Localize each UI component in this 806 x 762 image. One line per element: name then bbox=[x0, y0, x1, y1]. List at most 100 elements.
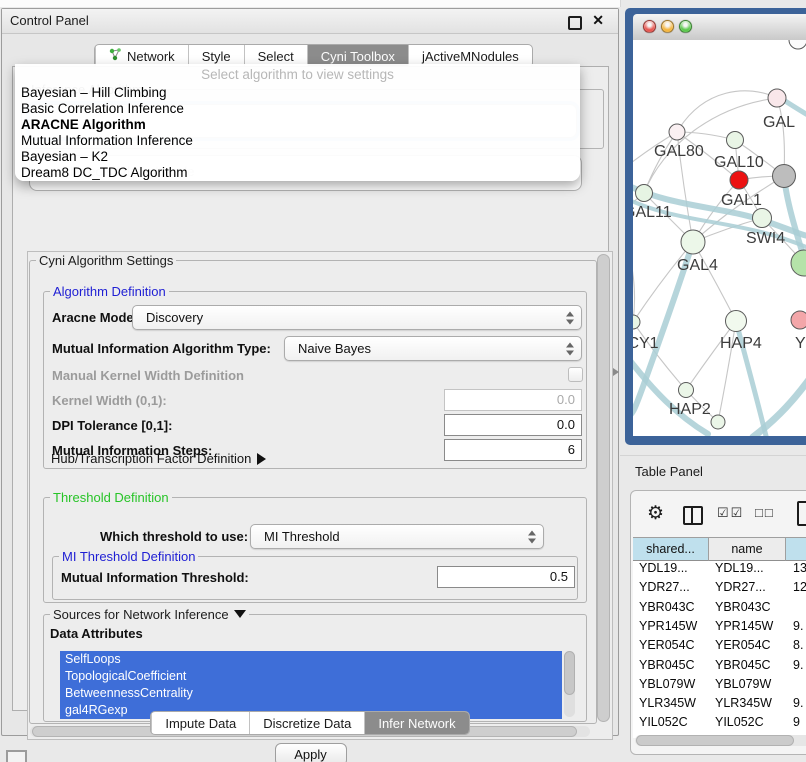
dropdown-item[interactable]: Basic Correlation Inference bbox=[19, 101, 576, 117]
network-graph[interactable]: GALGAL80GAL10GAL1GAL11SWI4GAL4GCY1HAP4YH… bbox=[633, 40, 806, 436]
zoom-traffic-light-icon[interactable] bbox=[679, 20, 692, 33]
dropdown-item[interactable]: Bayesian – Hill Climbing bbox=[19, 85, 576, 101]
network-edge[interactable] bbox=[693, 242, 736, 321]
column-header-A[interactable]: A bbox=[786, 538, 806, 561]
settings-vertical-scrollbar[interactable] bbox=[597, 254, 610, 722]
list-item[interactable]: SelfLoops bbox=[60, 651, 562, 668]
mi-type-value: Naive Bayes bbox=[298, 341, 371, 356]
node-hap4[interactable] bbox=[726, 311, 747, 332]
node-gal11[interactable] bbox=[636, 185, 653, 202]
node-table[interactable]: shared...nameA YDL19...YDL19...13YDR27..… bbox=[633, 537, 806, 738]
dropdown-item[interactable]: ARACNE Algorithm bbox=[19, 117, 576, 133]
dpi-tolerance-field[interactable]: 0.0 bbox=[444, 414, 582, 436]
network-edge-thick[interactable] bbox=[753, 374, 806, 436]
table-row[interactable]: YDL19...YDL19...13 bbox=[633, 561, 806, 580]
node-top[interactable] bbox=[789, 40, 806, 49]
scrollbar-thumb[interactable] bbox=[564, 651, 575, 695]
manual-kernel-label: Manual Kernel Width Definition bbox=[52, 368, 244, 383]
control-panel-titlebar: Control Panel ✕ bbox=[2, 9, 618, 34]
splitpane-collapse-icon[interactable] bbox=[613, 368, 619, 376]
table-cell: YDL19... bbox=[639, 561, 688, 575]
float-window-icon[interactable] bbox=[568, 16, 582, 30]
table-row[interactable]: YBR045CYBR045C9. bbox=[633, 658, 806, 677]
tab-label: Cyni Toolbox bbox=[321, 49, 395, 64]
sources-title[interactable]: Sources for Network Inference bbox=[50, 607, 249, 622]
panel-divider bbox=[620, 455, 806, 456]
select-all-checkboxes-icon[interactable]: ☑☑ bbox=[717, 505, 744, 521]
tab[interactable]: Infer Network bbox=[364, 712, 468, 734]
control-panel-title: Control Panel bbox=[10, 13, 89, 28]
network-edge[interactable] bbox=[633, 246, 635, 322]
node-gcy1-label: GCY1 bbox=[633, 335, 659, 352]
dropdown-item[interactable]: Dream8 DC_TDC Algorithm bbox=[19, 165, 576, 181]
column-header-name[interactable]: name bbox=[709, 538, 786, 561]
attributes-scrollbar[interactable] bbox=[564, 651, 575, 717]
node-gray[interactable] bbox=[773, 165, 796, 188]
tab[interactable]: Discretize Data bbox=[249, 712, 364, 734]
network-edge[interactable] bbox=[686, 321, 736, 390]
mi-threshold-field[interactable]: 0.5 bbox=[437, 566, 575, 588]
mi-steps-field[interactable]: 6 bbox=[444, 439, 582, 461]
kernel-width-field[interactable]: 0.0 bbox=[444, 389, 582, 411]
node-gcy1[interactable] bbox=[633, 315, 640, 329]
network-edge[interactable] bbox=[644, 132, 677, 193]
node-gal-right[interactable] bbox=[768, 89, 786, 107]
apply-button[interactable]: Apply bbox=[275, 743, 347, 762]
dropdown-placeholder: Select algorithm to view settings bbox=[15, 67, 580, 82]
table-row[interactable]: YIL052CYIL052C9 bbox=[633, 715, 806, 734]
node-gal1[interactable] bbox=[730, 171, 748, 189]
node-hap2[interactable] bbox=[679, 383, 694, 398]
table-row[interactable]: YDR27...YDR27...12 bbox=[633, 580, 806, 599]
aracne-mode-combo[interactable]: Discovery bbox=[132, 305, 582, 330]
table-cell: 9. bbox=[793, 619, 803, 633]
document-icon[interactable] bbox=[797, 501, 806, 526]
node-gal10[interactable] bbox=[727, 132, 744, 149]
scrollbar-thumb[interactable] bbox=[636, 735, 794, 746]
close-traffic-light-icon[interactable] bbox=[643, 20, 656, 33]
network-edge[interactable] bbox=[633, 242, 693, 322]
table-row[interactable]: YER054CYER054C8. bbox=[633, 638, 806, 657]
which-threshold-combo[interactable]: MI Threshold bbox=[250, 524, 544, 549]
table-row[interactable]: YBL079WYBL079W bbox=[633, 677, 806, 696]
collapsed-panel-icon[interactable] bbox=[6, 750, 27, 762]
data-attributes-list[interactable]: SelfLoopsTopologicalCoefficientBetweenne… bbox=[60, 651, 562, 719]
tab-label: Discretize Data bbox=[263, 716, 351, 731]
table-row[interactable]: YPR145WYPR145W9. bbox=[633, 619, 806, 638]
which-threshold-value: MI Threshold bbox=[264, 529, 340, 544]
node-big-green[interactable] bbox=[791, 250, 806, 276]
list-item[interactable]: BetweennessCentrality bbox=[60, 685, 562, 702]
minimize-traffic-light-icon[interactable] bbox=[661, 20, 674, 33]
network-edge-thick[interactable] bbox=[633, 354, 708, 434]
table-cell: YDR27... bbox=[639, 580, 690, 594]
table-cell: 9. bbox=[793, 696, 803, 710]
scrollbar-thumb[interactable] bbox=[597, 254, 610, 722]
table-horizontal-scrollbar[interactable] bbox=[635, 735, 806, 746]
node-gal4[interactable] bbox=[681, 230, 705, 254]
node-gal80[interactable] bbox=[669, 124, 685, 140]
table-row[interactable]: YLR345WYLR345W9. bbox=[633, 696, 806, 715]
gear-icon[interactable]: ⚙ bbox=[647, 502, 664, 525]
node-swi4[interactable] bbox=[753, 209, 772, 228]
hub-definition-toggle[interactable]: Hub/Transcription Factor Definition bbox=[51, 451, 266, 466]
expanded-arrow-icon bbox=[234, 610, 246, 618]
column-header-shared...[interactable]: shared... bbox=[633, 538, 709, 561]
close-icon[interactable]: ✕ bbox=[592, 12, 604, 29]
deselect-all-checkboxes-icon[interactable]: □□ bbox=[755, 505, 775, 520]
tab[interactable]: Impute Data bbox=[151, 712, 249, 734]
list-item[interactable]: TopologicalCoefficient bbox=[60, 668, 562, 685]
network-window-titlebar[interactable] bbox=[633, 14, 806, 41]
table-row[interactable]: YBR043CYBR043C bbox=[633, 600, 806, 619]
node-pink-right[interactable] bbox=[791, 311, 806, 329]
window-top-strip bbox=[0, 0, 621, 7]
dropdown-item[interactable]: Bayesian – K2 bbox=[19, 149, 576, 165]
table-cell: 13 bbox=[793, 561, 806, 575]
column-split-icon[interactable] bbox=[683, 506, 703, 525]
node-bottom[interactable] bbox=[711, 415, 725, 429]
tab-label: Select bbox=[258, 49, 294, 64]
network-canvas[interactable]: GALGAL80GAL10GAL1GAL11SWI4GAL4GCY1HAP4YH… bbox=[633, 40, 806, 436]
dropdown-item[interactable]: Mutual Information Inference bbox=[19, 133, 576, 149]
cyni-algorithm-settings-title: Cyni Algorithm Settings bbox=[36, 253, 176, 268]
manual-kernel-checkbox[interactable] bbox=[568, 367, 583, 382]
tab-label: Network bbox=[127, 49, 175, 64]
mi-type-combo[interactable]: Naive Bayes bbox=[284, 336, 582, 361]
